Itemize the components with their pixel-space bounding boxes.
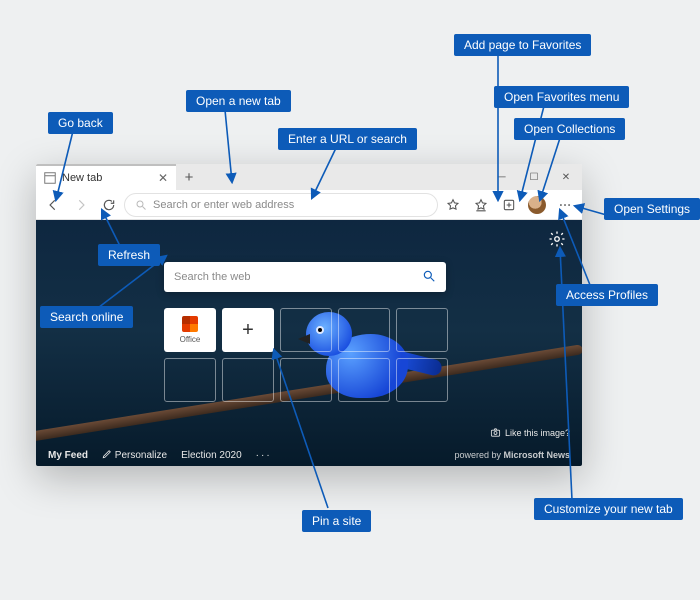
search-icon bbox=[135, 199, 147, 211]
back-button[interactable] bbox=[40, 192, 66, 218]
feed-personalize[interactable]: Personalize bbox=[102, 449, 167, 461]
callout-customize-tab: Customize your new tab bbox=[534, 498, 683, 520]
refresh-button[interactable] bbox=[96, 192, 122, 218]
office-icon bbox=[182, 316, 198, 332]
callout-open-favorites: Open Favorites menu bbox=[494, 86, 629, 108]
avatar bbox=[528, 196, 546, 214]
tab-title: New tab bbox=[62, 172, 102, 184]
tile-empty[interactable] bbox=[396, 308, 448, 352]
profile-button[interactable] bbox=[524, 192, 550, 218]
tile-office-label: Office bbox=[180, 335, 201, 344]
minimize-button[interactable]: ─ bbox=[486, 164, 518, 190]
like-image-link[interactable]: Like this image? bbox=[490, 427, 570, 438]
powered-prefix: powered by bbox=[454, 450, 503, 460]
tile-empty[interactable] bbox=[338, 358, 390, 402]
callout-refresh: Refresh bbox=[98, 244, 160, 266]
feed-election[interactable]: Election 2020 bbox=[181, 450, 242, 461]
address-bar[interactable]: Search or enter web address bbox=[124, 193, 438, 217]
callout-search-online: Search online bbox=[40, 306, 133, 328]
toolbar: Search or enter web address bbox=[36, 190, 582, 220]
feed-personalize-label: Personalize bbox=[115, 450, 167, 461]
tile-empty[interactable] bbox=[280, 358, 332, 402]
tab-close-icon[interactable]: ✕ bbox=[158, 171, 168, 185]
feed-bar: My Feed Personalize Election 2020 ··· po… bbox=[36, 444, 582, 466]
close-window-button[interactable]: ✕ bbox=[550, 164, 582, 190]
page-icon bbox=[44, 172, 56, 184]
tile-empty[interactable] bbox=[222, 358, 274, 402]
callout-access-profiles: Access Profiles bbox=[556, 284, 658, 306]
callout-go-back: Go back bbox=[48, 112, 113, 134]
powered-brand: Microsoft News bbox=[503, 450, 570, 460]
forward-button[interactable] bbox=[68, 192, 94, 218]
feed-myfeed[interactable]: My Feed bbox=[48, 450, 88, 461]
collections-button[interactable] bbox=[496, 192, 522, 218]
search-placeholder: Search the web bbox=[174, 271, 250, 283]
tile-add-site[interactable]: + bbox=[222, 308, 274, 352]
quick-links-grid: Office + bbox=[164, 308, 448, 402]
callout-open-new-tab: Open a new tab bbox=[186, 90, 291, 112]
powered-by: powered by Microsoft News bbox=[454, 450, 570, 460]
settings-menu-button[interactable] bbox=[552, 192, 578, 218]
window-controls: ─ ☐ ✕ bbox=[486, 164, 582, 190]
tile-empty[interactable] bbox=[164, 358, 216, 402]
callout-pin-site: Pin a site bbox=[302, 510, 371, 532]
browser-tab[interactable]: New tab ✕ bbox=[36, 164, 176, 190]
tile-office[interactable]: Office bbox=[164, 308, 216, 352]
maximize-button[interactable]: ☐ bbox=[518, 164, 550, 190]
tile-empty[interactable] bbox=[338, 308, 390, 352]
favorites-menu-button[interactable] bbox=[468, 192, 494, 218]
callout-open-settings: Open Settings bbox=[604, 198, 700, 220]
like-image-text: Like this image? bbox=[505, 428, 570, 438]
tile-empty[interactable] bbox=[280, 308, 332, 352]
camera-icon bbox=[490, 427, 501, 438]
feed-more[interactable]: ··· bbox=[256, 450, 272, 461]
callout-enter-url: Enter a URL or search bbox=[278, 128, 417, 150]
callout-open-collections: Open Collections bbox=[514, 118, 625, 140]
web-search-box[interactable]: Search the web bbox=[164, 262, 446, 292]
customize-page-button[interactable] bbox=[548, 230, 568, 250]
add-favorite-button[interactable] bbox=[440, 192, 466, 218]
search-submit-icon[interactable] bbox=[422, 269, 436, 286]
new-tab-button[interactable]: + bbox=[176, 164, 202, 190]
tile-empty[interactable] bbox=[396, 358, 448, 402]
callout-add-favorite: Add page to Favorites bbox=[454, 34, 591, 56]
pencil-icon bbox=[102, 449, 112, 459]
title-bar: New tab ✕ + ─ ☐ ✕ bbox=[36, 164, 582, 190]
address-placeholder: Search or enter web address bbox=[153, 199, 294, 211]
